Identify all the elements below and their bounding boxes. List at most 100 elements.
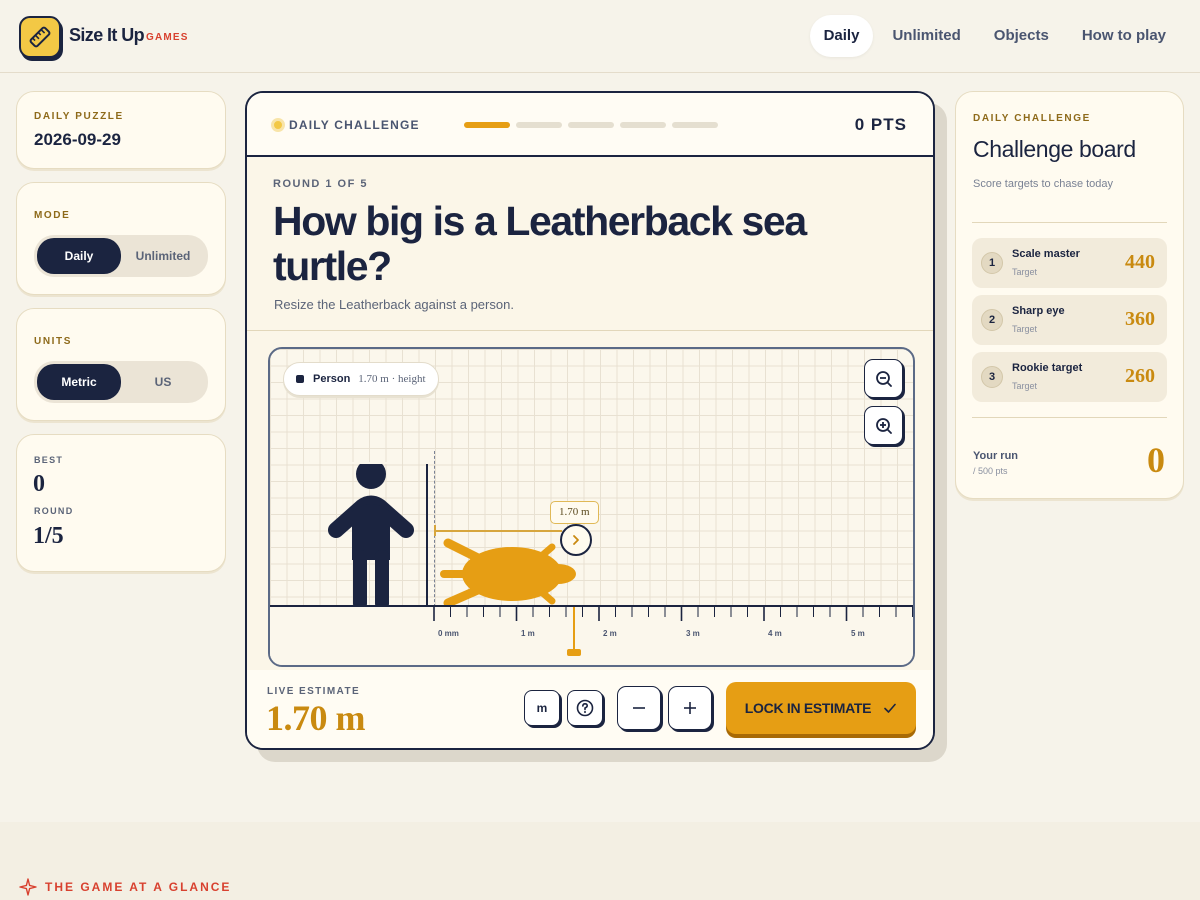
units-toggle: Metric US <box>34 361 208 403</box>
round-value: 1/5 <box>33 523 64 549</box>
target-row: 1 Scale master Target 440 <box>972 238 1167 288</box>
challenge-label: DAILY CHALLENGE <box>289 118 420 132</box>
board-eyebrow: DAILY CHALLENGE <box>973 113 1091 124</box>
mode-label: MODE <box>34 210 71 221</box>
challenge-header: DAILY CHALLENGE 0 PTS <box>247 93 933 157</box>
status-dot-icon <box>271 118 285 132</box>
round-indicator: ROUND 1 OF 5 <box>273 178 369 190</box>
measure-line-cap <box>434 525 436 536</box>
target-row: 2 Sharp eye Target 360 <box>972 295 1167 345</box>
target-name: Scale master <box>1012 248 1080 260</box>
progress-segment <box>568 122 614 128</box>
lock-in-label: LOCK IN ESTIMATE <box>744 700 872 716</box>
board-divider <box>972 417 1167 418</box>
comparison-stage[interactable]: 1.70 m Person 1.70 m · height 0 mm 1 m 2… <box>268 347 915 667</box>
height-marker <box>426 464 428 606</box>
zoom-out-button[interactable] <box>864 359 903 398</box>
zoom-in-icon <box>875 417 892 434</box>
nav-daily[interactable]: Daily <box>809 15 874 57</box>
brand-subtitle: GAMES <box>146 32 189 43</box>
target-name: Rookie target <box>1012 362 1083 374</box>
target-name: Sharp eye <box>1012 305 1065 317</box>
progress-segment <box>516 122 562 128</box>
chevron-right-icon <box>573 535 579 545</box>
ruler-slider-handle[interactable] <box>567 649 581 656</box>
target-rank: 2 <box>981 309 1003 331</box>
ruler-label: 1 m <box>521 629 535 638</box>
daily-puzzle-label: DAILY PUZZLE <box>34 111 124 122</box>
ruler-label: 4 m <box>768 629 782 638</box>
round-progress <box>464 122 718 128</box>
nav-objects[interactable]: Objects <box>980 15 1063 57</box>
target-points: 260 <box>1125 365 1155 387</box>
target-rank: 3 <box>981 366 1003 388</box>
target-points: 440 <box>1125 251 1155 273</box>
help-button[interactable] <box>567 690 603 726</box>
resize-handle[interactable] <box>560 524 592 556</box>
your-run-value: 0 <box>1147 440 1165 480</box>
decrease-button[interactable] <box>617 686 661 730</box>
question-title: How big is a Leatherback sea turtle? <box>273 198 807 289</box>
reference-name: Person <box>313 373 351 385</box>
ruler: 0 mm 1 m 2 m 3 m 4 m 5 m <box>270 605 913 665</box>
round-label: ROUND <box>34 506 74 516</box>
target-tag: Target <box>1012 324 1038 334</box>
progress-segment <box>620 122 666 128</box>
sparkle-icon <box>19 878 37 896</box>
divider <box>247 330 933 331</box>
brand-name[interactable]: Size It Up <box>69 25 145 46</box>
ruler-logo-icon[interactable] <box>19 16 61 58</box>
ruler-label: 5 m <box>851 629 865 638</box>
plus-icon <box>684 702 696 714</box>
glance-section: THE GAME AT A GLANCE <box>0 822 1200 900</box>
target-tag: Target <box>1012 267 1038 277</box>
zoom-out-icon <box>875 370 892 387</box>
target-tag: Target <box>1012 381 1038 391</box>
ruler-label: 0 mm <box>438 629 459 638</box>
mode-option-unlimited[interactable]: Unlimited <box>121 238 205 274</box>
ruler-slider-stem <box>573 607 575 651</box>
board-title: Challenge board <box>973 136 1136 162</box>
units-option-metric[interactable]: Metric <box>37 364 121 400</box>
unit-button[interactable]: m <box>524 690 560 726</box>
your-run-label: Your run <box>973 450 1019 462</box>
ruler-label: 2 m <box>603 629 617 638</box>
nav-unlimited[interactable]: Unlimited <box>878 15 974 57</box>
target-row: 3 Rookie target Target 260 <box>972 352 1167 402</box>
zoom-in-button[interactable] <box>864 406 903 445</box>
challenge-board: DAILY CHALLENGE Challenge board Score ta… <box>955 91 1184 499</box>
nav-how-to-play[interactable]: How to play <box>1068 15 1180 57</box>
target-points: 360 <box>1125 308 1155 330</box>
leatherback-turtle-shape <box>440 538 576 607</box>
person-silhouette <box>328 462 414 608</box>
units-card: UNITS Metric US <box>16 308 226 421</box>
mode-toggle: Daily Unlimited <box>34 235 208 277</box>
minus-icon <box>633 707 645 709</box>
challenge-panel: DAILY CHALLENGE 0 PTS ROUND 1 OF 5 How b… <box>245 91 935 750</box>
live-estimate-label: LIVE ESTIMATE <box>267 686 361 697</box>
controls-bar: LIVE ESTIMATE 1.70 m m LOCK IN ESTIMATE <box>247 670 933 748</box>
units-option-us[interactable]: US <box>121 364 205 400</box>
question-subtitle: Resize the Leatherback against a person. <box>274 297 514 312</box>
progress-segment <box>464 122 510 128</box>
increase-button[interactable] <box>668 686 712 730</box>
best-label: BEST <box>34 455 64 465</box>
measure-line <box>434 530 562 532</box>
reference-meta: 1.70 m · height <box>358 373 426 385</box>
top-header: Size It Up GAMES Daily Unlimited Objects… <box>0 0 1200 73</box>
ruler-label: 3 m <box>686 629 700 638</box>
main-nav: Daily Unlimited Objects How to play <box>805 15 1180 57</box>
reference-color-swatch <box>296 375 304 383</box>
measure-label: 1.70 m <box>550 501 599 524</box>
daily-puzzle-date: 2026-09-29 <box>34 130 121 149</box>
progress-segment <box>672 122 718 128</box>
lock-in-button[interactable]: LOCK IN ESTIMATE <box>726 682 916 734</box>
live-estimate-value: 1.70 m <box>266 698 366 738</box>
checkmark-icon <box>884 703 896 713</box>
mode-option-daily[interactable]: Daily <box>37 238 121 274</box>
your-run-max: / 500 pts <box>973 466 1008 476</box>
best-value: 0 <box>33 471 45 497</box>
target-rank: 1 <box>981 252 1003 274</box>
question-icon <box>576 699 594 717</box>
mode-card: MODE Daily Unlimited <box>16 182 226 295</box>
